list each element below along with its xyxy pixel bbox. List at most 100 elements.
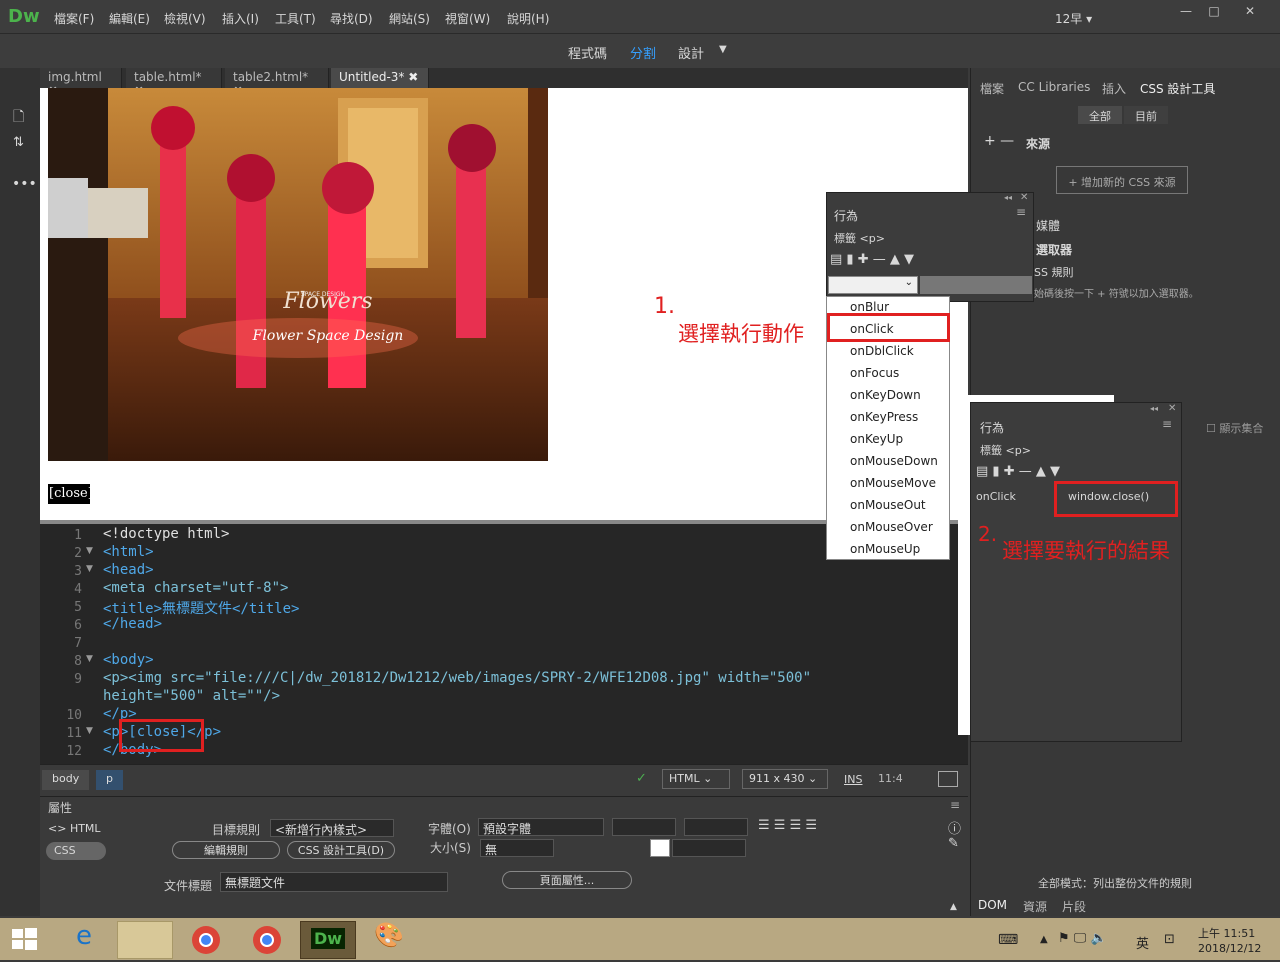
window-size-select[interactable]: 911 x 430 ⌄ bbox=[742, 769, 828, 789]
tab-dom[interactable]: DOM bbox=[978, 898, 1007, 912]
panel-menu-icon[interactable]: ≡ bbox=[950, 798, 960, 812]
ins-mode[interactable]: INS bbox=[844, 773, 862, 786]
crumb-p[interactable]: p bbox=[96, 770, 123, 790]
workspace-switcher[interactable]: 12早 ▾ bbox=[1055, 10, 1092, 27]
sort-icon[interactable]: ⇅ bbox=[13, 135, 24, 150]
close-panel-icon[interactable]: ✕ bbox=[1168, 403, 1176, 414]
page-image[interactable]: Flowers Flower Space Design SPACE DESIGN bbox=[48, 88, 548, 461]
event-dropdown[interactable]: ⌄ bbox=[828, 276, 918, 294]
chrome-icon[interactable] bbox=[178, 921, 234, 959]
tray-chevron-icon[interactable]: ▲ bbox=[1040, 934, 1048, 945]
color-input[interactable] bbox=[672, 839, 746, 857]
css-mode-button[interactable]: CSS bbox=[46, 842, 106, 860]
page-properties-button[interactable]: 頁面屬性... bbox=[502, 871, 632, 889]
event-ondblclick[interactable]: onDblClick bbox=[850, 344, 914, 358]
add-icon[interactable]: + — bbox=[984, 133, 1014, 149]
explorer-icon[interactable] bbox=[117, 921, 173, 959]
event-cell[interactable]: onClick bbox=[976, 490, 1016, 503]
keyboard-icon[interactable]: ⌨ bbox=[998, 932, 1018, 948]
tab-img[interactable]: img.html ✖ bbox=[40, 68, 122, 98]
event-onkeypress[interactable]: onKeyPress bbox=[850, 410, 918, 424]
design-view-button[interactable]: 設計 bbox=[678, 43, 704, 62]
css-designer-button[interactable]: CSS 設計工具(D) bbox=[287, 841, 395, 859]
tab-assets[interactable]: 資源 bbox=[1023, 898, 1047, 915]
ie-icon[interactable]: e bbox=[56, 921, 112, 959]
paint-icon[interactable]: 🎨 bbox=[361, 921, 417, 959]
event-onfocus[interactable]: onFocus bbox=[850, 366, 899, 380]
event-onmousedown[interactable]: onMouseDown bbox=[850, 454, 938, 468]
fold-icon[interactable]: ▼ bbox=[86, 726, 93, 736]
menu-edit[interactable]: 編輯(E) bbox=[109, 10, 150, 27]
tab-files[interactable]: 檔案 bbox=[980, 80, 1004, 97]
close-text[interactable]: [close] bbox=[48, 484, 93, 504]
color-swatch[interactable] bbox=[650, 839, 670, 857]
menu-tools[interactable]: 工具(T) bbox=[275, 10, 316, 27]
align-icons[interactable]: ☰ ☰ ☰ ☰ bbox=[758, 818, 817, 833]
menu-help[interactable]: 說明(H) bbox=[507, 10, 549, 27]
tab-insert[interactable]: 插入 bbox=[1102, 80, 1126, 97]
edit-icon[interactable]: ✎ bbox=[948, 836, 959, 851]
crumb-body[interactable]: body bbox=[42, 770, 90, 790]
start-button[interactable] bbox=[10, 926, 38, 952]
event-onmouseover[interactable]: onMouseOver bbox=[850, 520, 933, 534]
event-onkeydown[interactable]: onKeyDown bbox=[850, 388, 921, 402]
file-icon[interactable]: 🗋 bbox=[13, 106, 24, 130]
minimize-button[interactable]: — bbox=[1172, 4, 1200, 20]
panel-menu-icon[interactable]: ≡ bbox=[1162, 417, 1172, 431]
filter-all[interactable]: 全部 bbox=[1078, 106, 1122, 124]
close-window-button[interactable]: ✕ bbox=[1234, 4, 1266, 20]
more-icon[interactable]: ••• bbox=[12, 176, 37, 192]
fold-icon[interactable]: ▼ bbox=[86, 654, 93, 664]
language-select[interactable]: HTML ⌄ bbox=[662, 769, 730, 789]
dreamweaver-icon[interactable]: Dw bbox=[300, 921, 356, 959]
fold-icon[interactable]: ▼ bbox=[86, 546, 93, 556]
tray-icons[interactable]: ⚑ 🖵 🔈 bbox=[1058, 931, 1107, 946]
event-onmousemove[interactable]: onMouseMove bbox=[850, 476, 936, 490]
live-view-icon[interactable] bbox=[938, 771, 958, 787]
collapse-panel-icon[interactable]: ◂◂ bbox=[1150, 404, 1158, 413]
clock-date[interactable]: 2018/12/12 bbox=[1198, 942, 1261, 955]
show-set-checkbox[interactable]: ☐ 顯示集合 bbox=[1206, 420, 1263, 436]
menu-window[interactable]: 視窗(W) bbox=[445, 10, 490, 27]
event-onmouseout[interactable]: onMouseOut bbox=[850, 498, 926, 512]
behavior-toolbar[interactable]: ▤ ▮ ✚ — ▲ ▼ bbox=[976, 464, 1060, 479]
event-onkeyup[interactable]: onKeyUp bbox=[850, 432, 903, 446]
tab-table[interactable]: table.html* ✖ bbox=[126, 68, 222, 98]
behavior-toolbar[interactable]: ▤ ▮ ✚ — ▲ ▼ bbox=[830, 252, 914, 267]
font-select[interactable]: 預設字體 bbox=[478, 818, 604, 836]
tab-css-designer[interactable]: CSS 設計工具 bbox=[1140, 80, 1215, 97]
panel-menu-icon[interactable]: ≡ bbox=[1016, 205, 1026, 219]
chrome-icon[interactable] bbox=[239, 921, 295, 959]
maximize-button[interactable]: □ bbox=[1200, 4, 1228, 20]
fold-icon[interactable]: ▼ bbox=[86, 564, 93, 574]
split-view-button[interactable]: 分割 bbox=[630, 43, 656, 62]
event-onmouseup[interactable]: onMouseUp bbox=[850, 542, 920, 556]
tab-cc-libraries[interactable]: CC Libraries bbox=[1018, 80, 1090, 94]
menu-insert[interactable]: 插入(I) bbox=[222, 10, 259, 27]
menu-view[interactable]: 檢視(V) bbox=[164, 10, 206, 27]
tab-untitled[interactable]: Untitled-3* ✖ bbox=[331, 68, 429, 88]
font-weight-select[interactable] bbox=[684, 818, 748, 836]
code-view-button[interactable]: 程式碼 bbox=[568, 43, 607, 62]
menu-find[interactable]: 尋找(D) bbox=[330, 10, 373, 27]
ime-mode-icon[interactable]: ⊡ bbox=[1164, 932, 1175, 947]
menu-file[interactable]: 檔案(F) bbox=[54, 10, 94, 27]
add-css-source-button[interactable]: + 增加新的 CSS 來源 bbox=[1056, 166, 1188, 194]
clock-time[interactable]: 上午 11:51 bbox=[1198, 925, 1255, 941]
filter-current[interactable]: 目前 bbox=[1124, 106, 1168, 124]
html-mode-button[interactable]: <> HTML bbox=[48, 822, 101, 835]
size-select[interactable]: 無 bbox=[480, 839, 554, 857]
tab-table2[interactable]: table2.html* ✖ bbox=[225, 68, 329, 98]
help-icon[interactable]: ⓘ bbox=[948, 818, 961, 837]
collapse-panel-icon[interactable]: ◂◂ bbox=[1004, 193, 1012, 202]
ime-indicator[interactable]: 英 bbox=[1136, 933, 1149, 952]
event-onblur[interactable]: onBlur bbox=[850, 300, 889, 314]
target-rule-select[interactable]: <新增行內樣式> bbox=[270, 819, 394, 837]
close-panel-icon[interactable]: ✕ bbox=[1020, 192, 1028, 203]
view-dropdown-icon[interactable]: ▼ bbox=[719, 44, 727, 55]
tab-snippets[interactable]: 片段 bbox=[1062, 898, 1086, 915]
doc-title-input[interactable]: 無標題文件 bbox=[220, 872, 448, 892]
collapse-icon[interactable]: ▲ bbox=[950, 902, 957, 912]
menu-site[interactable]: 網站(S) bbox=[389, 10, 430, 27]
font-style-select[interactable] bbox=[612, 818, 676, 836]
